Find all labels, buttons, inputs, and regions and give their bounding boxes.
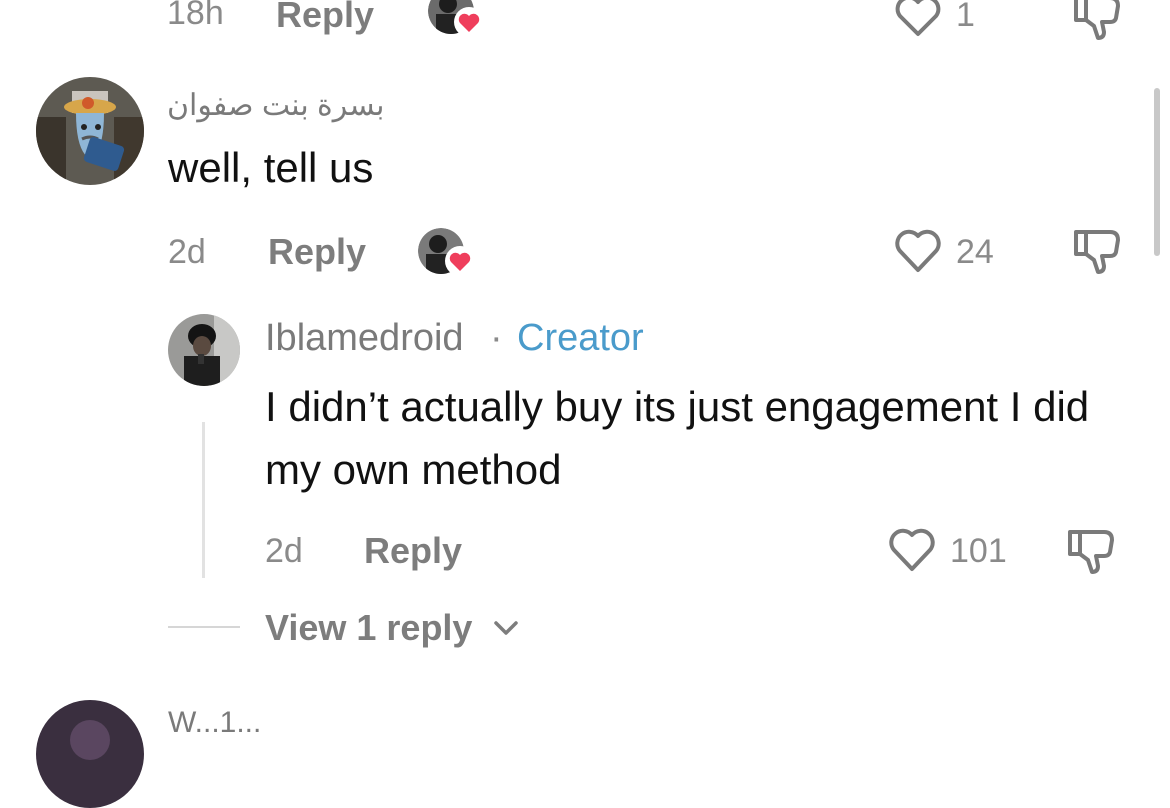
heart-badge-icon <box>445 246 475 276</box>
heart-outline-icon[interactable] <box>892 0 944 38</box>
reply-button[interactable]: Reply <box>276 0 374 36</box>
dislike-icon[interactable] <box>1070 226 1126 278</box>
dislike-icon[interactable] <box>1064 526 1120 578</box>
thread-line <box>202 422 205 578</box>
like-count: 24 <box>956 233 994 271</box>
separator-dot: · <box>490 317 503 359</box>
chevron-down-icon[interactable] <box>492 618 520 638</box>
heart-outline-icon[interactable] <box>886 528 938 574</box>
like-count: 101 <box>950 532 1007 570</box>
reply-text: I didn’t actually buy its just engagemen… <box>265 383 1090 493</box>
comment-time: 18h <box>167 0 224 32</box>
comment-text: well, tell us <box>168 144 374 191</box>
heart-badge-icon <box>454 7 484 37</box>
comment-username[interactable]: بسرة بنت صفوان <box>167 88 384 123</box>
view-replies-button[interactable]: View 1 reply <box>265 607 472 649</box>
avatar[interactable] <box>168 314 240 386</box>
reply-button[interactable]: Reply <box>268 231 366 273</box>
heart-outline-icon[interactable] <box>892 229 944 275</box>
view-replies-divider <box>168 626 240 628</box>
avatar[interactable] <box>36 77 144 185</box>
like-count: 1 <box>956 0 975 34</box>
reply-time: 2d <box>265 532 303 570</box>
avatar[interactable] <box>36 700 144 808</box>
reply-username[interactable]: Iblamedroid <box>265 317 464 360</box>
scrollbar[interactable] <box>1154 88 1160 256</box>
reply-button[interactable]: Reply <box>364 530 462 572</box>
comment-username[interactable]: W...1... <box>168 706 261 740</box>
comment-time: 2d <box>168 233 206 271</box>
dislike-icon[interactable] <box>1070 0 1126 42</box>
creator-badge: Creator <box>517 317 644 359</box>
